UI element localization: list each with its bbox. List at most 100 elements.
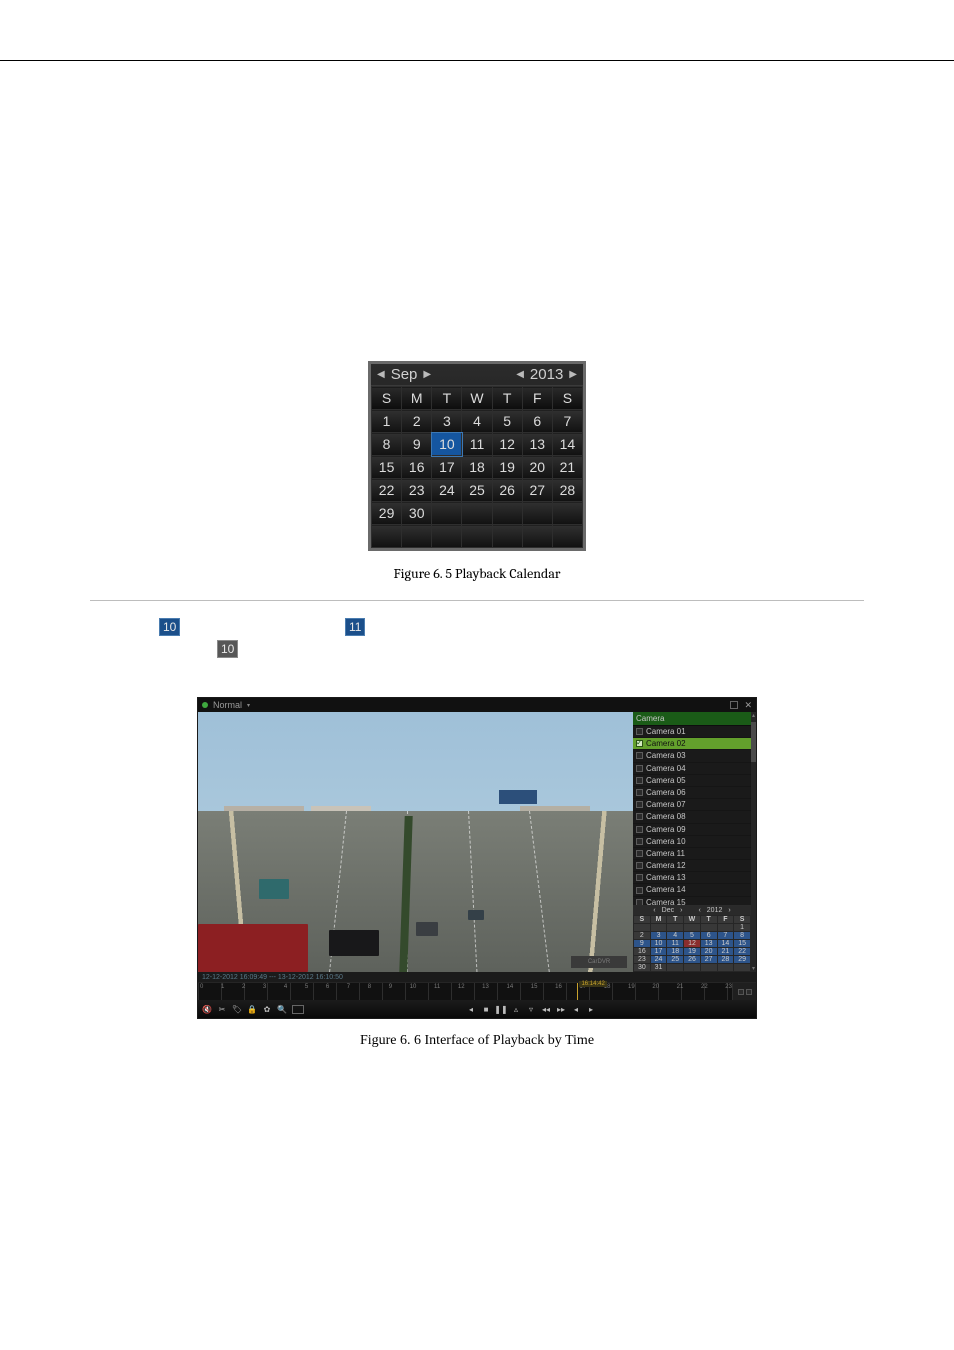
- calendar-day[interactable]: 7: [552, 410, 582, 433]
- camera-checkbox[interactable]: [636, 862, 643, 869]
- calendar-day[interactable]: 13: [522, 433, 552, 456]
- calendar-day[interactable]: 16: [402, 456, 432, 479]
- rewind-button[interactable]: ◂◂: [541, 1004, 551, 1014]
- mini-cal-day[interactable]: 22: [734, 948, 751, 956]
- camera-row[interactable]: Camera 08: [633, 811, 751, 823]
- camera-row[interactable]: Camera 04: [633, 763, 751, 775]
- mini-prev-year-icon[interactable]: ‹: [698, 907, 700, 914]
- layout-button[interactable]: [730, 701, 738, 709]
- calendar-day[interactable]: 6: [522, 410, 552, 433]
- camera-row[interactable]: Camera 11: [633, 848, 751, 860]
- calendar-day[interactable]: 10: [432, 433, 462, 456]
- mini-cal-day[interactable]: 8: [734, 932, 751, 940]
- calendar-day[interactable]: 20: [522, 456, 552, 479]
- mini-cal-day[interactable]: 28: [717, 956, 734, 964]
- calendar-day[interactable]: 22: [372, 479, 402, 502]
- mini-cal-day[interactable]: 17: [650, 948, 667, 956]
- zoom-out-button[interactable]: [738, 989, 744, 995]
- clip-button[interactable]: ✂: [217, 1004, 227, 1014]
- mini-next-month-icon[interactable]: ›: [680, 907, 682, 914]
- camera-checkbox[interactable]: [636, 850, 643, 857]
- camera-row[interactable]: Camera 05: [633, 775, 751, 787]
- mini-cal-day[interactable]: 27: [700, 956, 717, 964]
- calendar-day[interactable]: 14: [552, 433, 582, 456]
- prev-month-icon[interactable]: ◀: [377, 369, 385, 380]
- lock-button[interactable]: 🔒: [247, 1004, 257, 1014]
- mini-cal-day[interactable]: 20: [700, 948, 717, 956]
- fast-button[interactable]: ▿: [526, 1004, 536, 1014]
- next-year-icon[interactable]: ▶: [569, 369, 577, 380]
- mini-cal-day[interactable]: 13: [700, 940, 717, 948]
- slow-button[interactable]: ▵: [511, 1004, 521, 1014]
- calendar-day[interactable]: 3: [432, 410, 462, 433]
- calendar-day[interactable]: 18: [462, 456, 492, 479]
- mini-cal-day[interactable]: 7: [717, 932, 734, 940]
- calendar-day[interactable]: 29: [372, 502, 402, 525]
- next-month-icon[interactable]: ▶: [423, 369, 431, 380]
- calendar-day[interactable]: 4: [462, 410, 492, 433]
- video-view[interactable]: CarDVR: [198, 712, 633, 972]
- scroll-down-icon[interactable]: ▾: [751, 965, 756, 972]
- camera-checkbox[interactable]: [636, 826, 643, 833]
- mini-cal-day[interactable]: 29: [734, 956, 751, 964]
- mini-cal-day[interactable]: 2: [634, 932, 651, 940]
- camera-checkbox[interactable]: [636, 765, 643, 772]
- mini-cal-day[interactable]: 9: [634, 940, 651, 948]
- prev-frame-button[interactable]: ◂: [466, 1004, 476, 1014]
- mini-cal-day[interactable]: 24: [650, 956, 667, 964]
- mini-cal-day[interactable]: 5: [684, 932, 701, 940]
- calendar-day[interactable]: 19: [492, 456, 522, 479]
- timeline-marker[interactable]: [577, 983, 578, 1000]
- mini-cal-day[interactable]: 21: [717, 948, 734, 956]
- mini-cal-day[interactable]: 10: [650, 940, 667, 948]
- camera-checkbox[interactable]: [636, 777, 643, 784]
- mini-cal-day[interactable]: 4: [667, 932, 684, 940]
- calendar-day[interactable]: 24: [432, 479, 462, 502]
- calendar-day[interactable]: 11: [462, 433, 492, 456]
- camera-checkbox[interactable]: [636, 813, 643, 820]
- calendar-day[interactable]: 30: [402, 502, 432, 525]
- next-day-button[interactable]: ▸: [586, 1004, 596, 1014]
- tag-button[interactable]: ✿: [262, 1004, 272, 1014]
- camera-checkbox[interactable]: [636, 887, 643, 894]
- smart-search-button[interactable]: [292, 1005, 304, 1014]
- mini-cal-day[interactable]: 16: [634, 948, 651, 956]
- mini-cal-day[interactable]: 14: [717, 940, 734, 948]
- calendar-day[interactable]: 12: [492, 433, 522, 456]
- playback-timeline[interactable]: 01234567891011121314151617181920212223 1…: [198, 982, 756, 1000]
- mini-cal-day[interactable]: 19: [684, 948, 701, 956]
- camera-row[interactable]: Camera 09: [633, 824, 751, 836]
- camera-row[interactable]: Camera 07: [633, 799, 751, 811]
- mini-cal-day[interactable]: 12: [684, 940, 701, 948]
- close-icon[interactable]: ✕: [744, 700, 752, 711]
- camera-row[interactable]: Camera 02: [633, 738, 751, 750]
- calendar-day[interactable]: 28: [552, 479, 582, 502]
- forward-button[interactable]: ▸▸: [556, 1004, 566, 1014]
- camera-checkbox[interactable]: [636, 789, 643, 796]
- mini-cal-day[interactable]: 30: [634, 964, 651, 972]
- scrollbar-thumb[interactable]: [751, 722, 756, 762]
- mini-cal-day[interactable]: 3: [650, 932, 667, 940]
- pause-button[interactable]: ❚❚: [496, 1004, 506, 1014]
- calendar-day[interactable]: 5: [492, 410, 522, 433]
- prev-day-button[interactable]: ◂: [571, 1004, 581, 1014]
- mini-cal-day[interactable]: 23: [634, 956, 651, 964]
- calendar-day[interactable]: 1: [372, 410, 402, 433]
- calendar-day[interactable]: 9: [402, 433, 432, 456]
- mini-cal-day[interactable]: 1: [734, 924, 751, 932]
- calendar-day[interactable]: 8: [372, 433, 402, 456]
- dropdown-icon[interactable]: ▾: [247, 702, 250, 709]
- calendar-day[interactable]: 26: [492, 479, 522, 502]
- mute-button[interactable]: 🔇: [202, 1004, 212, 1014]
- camera-scrollbar[interactable]: ▴ ▾: [751, 712, 756, 972]
- scroll-up-icon[interactable]: ▴: [751, 712, 756, 719]
- camera-row[interactable]: Camera 03: [633, 750, 751, 762]
- camera-checkbox[interactable]: [636, 838, 643, 845]
- camera-checkbox[interactable]: [636, 801, 643, 808]
- calendar-day[interactable]: 25: [462, 479, 492, 502]
- mini-cal-day[interactable]: 25: [667, 956, 684, 964]
- mini-cal-day[interactable]: 31: [650, 964, 667, 972]
- camera-checkbox[interactable]: [636, 752, 643, 759]
- mini-cal-day[interactable]: 6: [700, 932, 717, 940]
- mini-cal-day[interactable]: 11: [667, 940, 684, 948]
